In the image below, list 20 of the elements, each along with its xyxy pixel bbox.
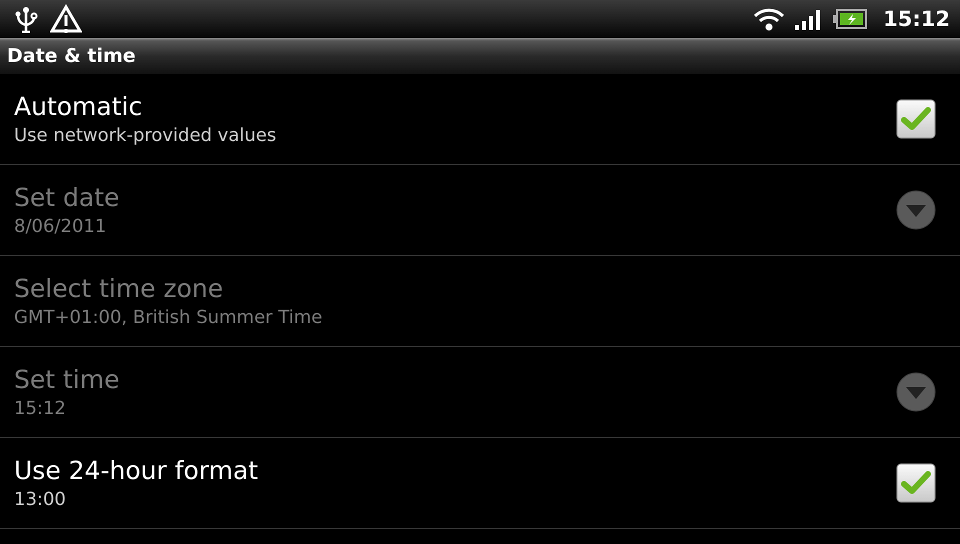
setting-title: Automatic: [14, 92, 144, 121]
setting-title: Select time zone: [14, 274, 224, 303]
usb-icon: [14, 5, 40, 33]
clock-time: 15:12: [883, 7, 950, 31]
settings-item[interactable]: Automatic Use network-provided values: [0, 74, 960, 165]
screen-title: Date & time: [7, 45, 136, 67]
setting-summary: 8/06/2011: [14, 216, 108, 237]
setting-summary: 13:00: [14, 489, 67, 510]
checkbox[interactable]: [896, 463, 936, 503]
battery-charging-icon: [833, 9, 868, 29]
setting-summary: GMT+01:00, British Summer Time: [14, 307, 324, 328]
wifi-icon: [753, 7, 786, 31]
warning-icon: [50, 4, 82, 34]
setting-summary: Use network-provided values: [14, 125, 278, 146]
setting-title: Set time: [14, 365, 120, 394]
checkbox[interactable]: [896, 99, 936, 139]
settings-item[interactable]: Use 24-hour format 13:00: [0, 438, 960, 529]
setting-title: Set date: [14, 183, 120, 212]
setting-summary: 15:12: [14, 398, 67, 419]
setting-title: Use 24-hour format: [14, 456, 260, 485]
